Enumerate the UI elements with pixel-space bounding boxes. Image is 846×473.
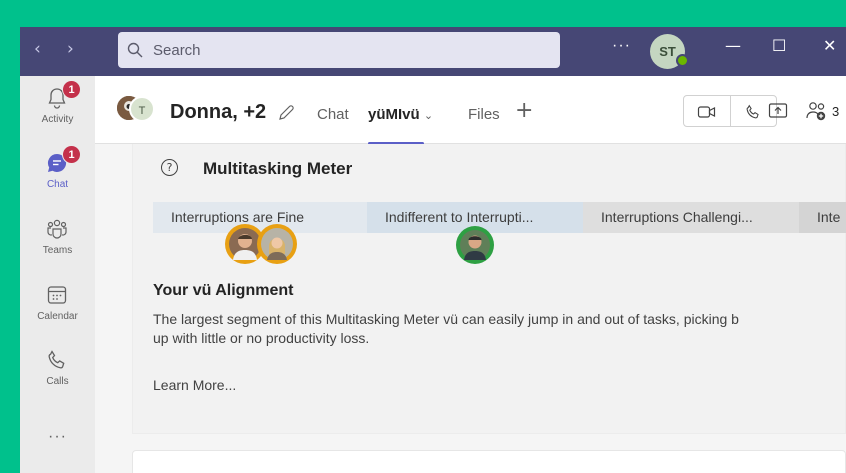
rail-label-calls: Calls <box>46 376 69 387</box>
help-icon[interactable]: ? <box>161 159 178 176</box>
video-call-icon[interactable] <box>697 104 717 120</box>
close-button[interactable]: ✕ <box>823 36 836 55</box>
rail-label-teams: Teams <box>42 245 73 256</box>
member-avatar[interactable] <box>257 224 297 264</box>
tab-files[interactable]: Files <box>468 106 500 123</box>
available-status-icon <box>676 54 689 67</box>
alignment-description-line1: The largest segment of this Multitasking… <box>153 311 739 327</box>
activity-badge: 1 <box>62 80 81 99</box>
tab-yumivu[interactable]: yüMIvü ⌄ <box>368 106 433 123</box>
multitasking-meter-card: ? Multitasking Meter Interruptions are F… <box>132 144 846 434</box>
tab-chat[interactable]: Chat <box>317 106 349 123</box>
rail-item-calls[interactable]: Calls <box>20 338 95 400</box>
rail-label-activity: Activity <box>41 114 74 125</box>
tab-content: ? Multitasking Meter Interruptions are F… <box>95 144 846 473</box>
forward-arrow-icon[interactable]: › <box>67 39 74 59</box>
add-tab-icon[interactable]: + <box>515 98 533 123</box>
rail-item-teams[interactable]: Teams <box>20 207 95 269</box>
meter-title: Multitasking Meter <box>203 159 353 178</box>
person-photo-icon <box>464 235 486 260</box>
participant-count: 3 <box>832 104 840 119</box>
rail-item-calendar[interactable]: Calendar <box>20 273 95 335</box>
more-apps-icon[interactable]: ··· <box>20 428 95 446</box>
chat-header: T Donna, +2 Chat yüMIvü ⌄ Files + 3 <box>95 76 846 145</box>
search-icon <box>127 42 143 58</box>
minimize-button[interactable]: — <box>725 36 741 55</box>
rail-label-chat: Chat <box>46 179 69 190</box>
meter-segment[interactable]: Inte <box>799 202 846 233</box>
calendar-icon <box>47 286 67 304</box>
alignment-description-line2: up with little or no productivity loss. <box>153 330 370 346</box>
teams-icon <box>47 219 67 239</box>
meter-segment[interactable]: Interruptions Challengi... <box>583 202 799 233</box>
title-bar: ‹ › Search ··· ST — ☐ ✕ <box>20 27 846 76</box>
audio-call-icon[interactable] <box>744 103 762 121</box>
group-avatar-initial: T <box>129 96 155 122</box>
search-placeholder: Search <box>153 42 201 59</box>
more-options-icon[interactable]: ··· <box>612 37 631 55</box>
call-buttons-group <box>683 95 777 127</box>
rename-pencil-icon[interactable] <box>277 104 295 122</box>
chevron-down-icon: ⌄ <box>423 110 434 122</box>
phone-icon <box>48 350 65 369</box>
rail-item-chat[interactable]: 1 Chat <box>20 141 95 203</box>
back-arrow-icon[interactable]: ‹ <box>34 39 41 59</box>
learn-more-link[interactable]: Learn More... <box>153 377 236 393</box>
share-screen-icon[interactable] <box>768 102 788 120</box>
person-photo-icon <box>267 237 287 260</box>
chat-badge: 1 <box>62 145 81 164</box>
tab-yumivu-label: yüMIvü <box>368 106 420 123</box>
app-rail: 1 Activity 1 Chat Teams Calendar Calls ·… <box>20 76 95 473</box>
rail-item-activity[interactable]: 1 Activity <box>20 76 95 138</box>
search-box[interactable]: Search <box>118 32 560 68</box>
teams-window: ‹ › Search ··· ST — ☐ ✕ 1 Activity 1 Cha… <box>20 27 846 473</box>
member-avatar[interactable] <box>456 226 494 264</box>
rail-label-calendar: Calendar <box>37 311 78 322</box>
people-icon[interactable] <box>805 100 829 122</box>
next-card <box>132 450 846 473</box>
maximize-button[interactable]: ☐ <box>772 36 786 55</box>
call-group-divider <box>730 96 731 126</box>
alignment-title: Your vü Alignment <box>153 282 294 299</box>
chat-title: Donna, +2 <box>170 101 267 123</box>
